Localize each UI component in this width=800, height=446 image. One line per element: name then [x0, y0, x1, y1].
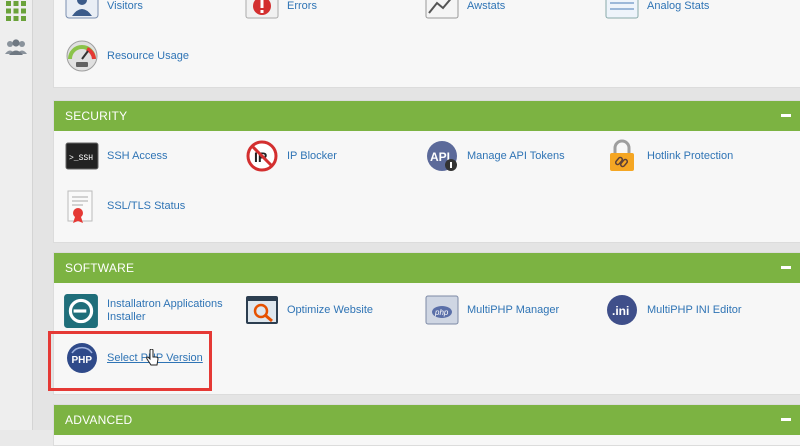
grid-icon[interactable] — [4, 0, 28, 24]
svg-text:.ini: .ini — [612, 304, 629, 318]
certificate-icon — [67, 190, 93, 223]
ip-blocker-link[interactable]: IP IP Blocker — [245, 139, 337, 173]
ssh-access-link[interactable]: >_SSH SSH Access — [65, 139, 168, 173]
software-header[interactable]: SOFTWARE — [54, 253, 800, 283]
analog-stats-link[interactable]: Analog Stats — [605, 0, 709, 23]
multiphp-ini-editor-link[interactable]: .ini MultiPHP INI Editor — [605, 293, 742, 327]
security-title: SECURITY — [65, 109, 128, 123]
svg-text:php: php — [434, 308, 449, 317]
hotlink-protection-link[interactable]: Hotlink Protection — [605, 139, 733, 173]
hand-cursor-icon — [146, 349, 159, 366]
errors-link[interactable]: Errors — [245, 0, 317, 23]
analog-stats-icon — [605, 0, 639, 19]
resource-usage-icon — [66, 40, 98, 72]
ip-blocker-icon: IP — [246, 140, 278, 172]
resource-usage-link[interactable]: Resource Usage — [65, 39, 189, 73]
collapse-icon[interactable] — [781, 114, 791, 117]
advanced-header[interactable]: ADVANCED — [54, 405, 800, 435]
optimize-website-link[interactable]: Optimize Website — [245, 293, 373, 327]
software-title: SOFTWARE — [65, 261, 135, 275]
multiphp-manager-link[interactable]: php MultiPHP Manager — [425, 293, 559, 327]
left-sidebar — [0, 0, 33, 430]
security-panel: SECURITY >_SSH SSH Access IP IP Blocker … — [53, 100, 800, 243]
users-icon[interactable] — [4, 36, 28, 60]
errors-icon — [245, 0, 279, 19]
api-icon: API — [427, 141, 457, 171]
padlock-chain-icon — [610, 139, 634, 171]
ssh-icon: >_SSH — [65, 142, 99, 170]
visitors-icon — [65, 0, 99, 19]
visitors-link[interactable]: Visitors — [65, 0, 143, 23]
manage-api-tokens-link[interactable]: API Manage API Tokens — [425, 139, 565, 173]
ssl-tls-status-link[interactable]: SSL/TLS Status — [65, 189, 185, 223]
installatron-icon — [64, 294, 98, 328]
highlight-box — [48, 331, 212, 391]
metrics-panel: Visitors Errors Awstats Analog Stats Res… — [53, 0, 800, 88]
security-header[interactable]: SECURITY — [54, 101, 800, 131]
ini-editor-icon: .ini — [607, 295, 637, 325]
collapse-icon[interactable] — [781, 418, 791, 421]
advanced-title: ADVANCED — [65, 413, 133, 427]
multiphp-icon: php — [425, 295, 459, 325]
collapse-icon[interactable] — [781, 266, 791, 269]
awstats-link[interactable]: Awstats — [425, 0, 505, 23]
svg-text:>_SSH: >_SSH — [69, 154, 93, 163]
advanced-panel: ADVANCED — [53, 404, 800, 446]
main-content: Visitors Errors Awstats Analog Stats Res… — [33, 0, 800, 446]
optimize-icon — [246, 296, 278, 324]
installatron-link[interactable]: Installatron Applications Installer — [63, 293, 227, 329]
awstats-icon — [425, 0, 459, 19]
